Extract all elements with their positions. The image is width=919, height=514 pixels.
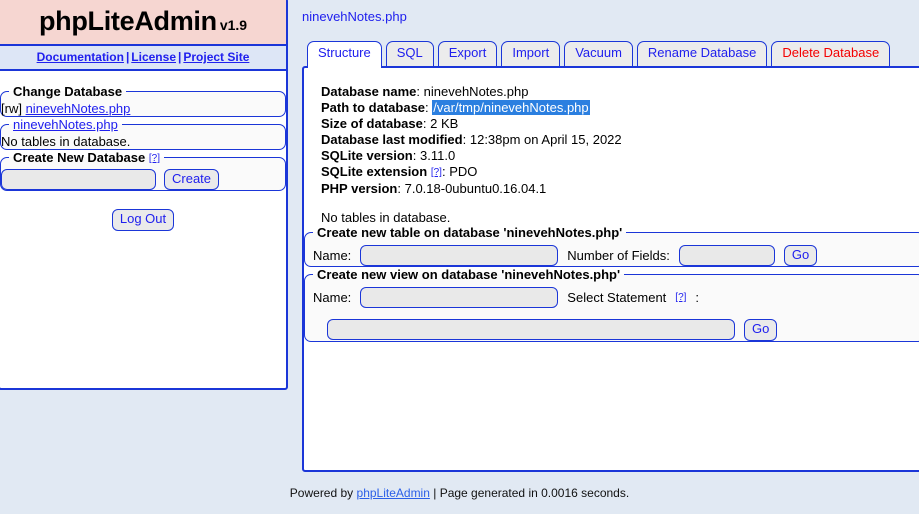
- info-value-sqlite-version: 3.11.0: [420, 148, 456, 163]
- info-value-size: 2 KB: [430, 116, 459, 131]
- select-statement-help-icon[interactable]: [?]: [675, 292, 686, 303]
- create-table-name-input[interactable]: [360, 245, 559, 267]
- tab-rename-database[interactable]: Rename Database: [636, 41, 768, 66]
- create-table-fields-input[interactable]: [678, 245, 775, 267]
- tab-export[interactable]: Export: [437, 41, 498, 66]
- info-key-database-name: Database name: [321, 84, 417, 99]
- create-database-fieldset: Create New Database [?] Create: [0, 150, 286, 192]
- no-tables-message: No tables in database.: [321, 210, 451, 225]
- info-row-sqlite-version: SQLite version: 3.11.0: [321, 148, 919, 164]
- create-view-select-label: Select Statement: [567, 290, 667, 306]
- info-row-modified: Database last modified: 12:38pm on April…: [321, 132, 919, 148]
- tab-structure[interactable]: Structure: [307, 41, 382, 68]
- info-value-php-version: 7.0.18-0ubuntu0.16.04.1: [404, 181, 547, 196]
- footer: Powered by phpLiteAdmin | Page generated…: [0, 486, 919, 500]
- create-table-fieldset: Create new table on database 'ninevehNot…: [304, 225, 919, 268]
- create-view-name-input[interactable]: [360, 287, 559, 309]
- create-table-row: Name: Number of Fields: Go: [305, 240, 919, 267]
- create-table-fields-label: Number of Fields:: [567, 248, 670, 264]
- info-row-path: Path to database: /var/tmp/ninevehNotes.…: [321, 100, 919, 116]
- app-title: phpLiteAdmin: [38, 6, 217, 36]
- create-database-legend-text: Create New Database: [13, 150, 146, 165]
- create-view-select-colon: :: [695, 290, 700, 306]
- info-value-database-name: ninevehNotes.php: [423, 84, 529, 99]
- nav-link-project-site[interactable]: Project Site: [183, 50, 249, 64]
- tab-delete-database[interactable]: Delete Database: [771, 41, 891, 66]
- create-view-statement-input[interactable]: [327, 319, 735, 341]
- nav-separator-1: |: [125, 50, 130, 64]
- create-view-go-button[interactable]: Go: [744, 319, 778, 341]
- create-database-legend: Create New Database [?]: [9, 150, 164, 165]
- info-colon-3: :: [422, 116, 427, 131]
- logout-button[interactable]: Log Out: [111, 209, 175, 231]
- info-colon-1: :: [416, 84, 421, 99]
- tab-import[interactable]: Import: [501, 41, 561, 66]
- header-nav: Documentation | License | Project Site: [0, 46, 286, 71]
- tab-sql[interactable]: SQL: [385, 41, 434, 66]
- create-table-legend: Create new table on database 'ninevehNot…: [317, 225, 623, 240]
- create-table-name-label: Name:: [313, 248, 352, 264]
- sqlite-extension-help-icon[interactable]: [?]: [431, 167, 442, 178]
- info-colon-5: :: [412, 148, 417, 163]
- footer-link-phpliteadmin[interactable]: phpLiteAdmin: [357, 486, 430, 500]
- app-version: v1.9: [219, 17, 248, 33]
- create-view-statement-row: Go: [305, 308, 919, 341]
- current-database-link[interactable]: ninevehNotes.php: [13, 117, 118, 132]
- info-row-size: Size of database: 2 KB: [321, 116, 919, 132]
- info-value-sqlite-extension: PDO: [449, 164, 478, 179]
- info-colon-6: :: [441, 164, 446, 179]
- info-key-sqlite-version: SQLite version: [321, 148, 413, 163]
- tab-vacuum[interactable]: Vacuum: [564, 41, 633, 66]
- sidebar-panel: phpLiteAdmin v1.9 Documentation | License | P…: [0, 0, 288, 390]
- create-view-name-label: Name:: [313, 290, 352, 306]
- info-value-path-selected: /var/tmp/ninevehNotes.php: [432, 100, 590, 115]
- nav-link-license[interactable]: License: [131, 50, 176, 64]
- footer-powered-by: Powered by: [289, 486, 354, 500]
- current-database-fieldset: ninevehNotes.php No tables in database.: [0, 117, 286, 150]
- info-colon-7: :: [397, 181, 401, 196]
- main-panel: Database name: ninevehNotes.php Path to …: [302, 66, 919, 472]
- logout-row: Log Out: [0, 209, 286, 231]
- tab-bar: Structure SQL Export Import Vacuum Renam…: [307, 41, 891, 68]
- create-database-button[interactable]: Create: [164, 169, 220, 191]
- info-row-php-version: PHP version: 7.0.18-0ubuntu0.16.04.1: [321, 181, 919, 197]
- create-table-go-button[interactable]: Go: [783, 245, 818, 267]
- database-permission: [rw]: [1, 101, 22, 116]
- nav-link-documentation[interactable]: Documentation: [37, 50, 124, 64]
- nav-separator-2: |: [178, 50, 182, 64]
- info-row-sqlite-extension: SQLite extension [?]: PDO: [321, 164, 919, 181]
- info-key-size: Size of database: [321, 116, 423, 131]
- database-info-list: Database name: ninevehNotes.php Path to …: [304, 68, 919, 197]
- info-key-sqlite-extension: SQLite extension: [321, 164, 428, 179]
- database-link-ninevehnotes[interactable]: ninevehNotes.php: [26, 101, 131, 116]
- change-database-legend: Change Database: [13, 84, 123, 99]
- footer-rest: | Page generated in 0.0016 seconds.: [433, 486, 630, 500]
- create-database-row: Create: [1, 165, 285, 191]
- database-entry-row: [rw] ninevehNotes.php: [1, 99, 285, 116]
- info-colon-2: :: [425, 100, 429, 115]
- info-colon-4: :: [462, 132, 467, 147]
- breadcrumb: ninevehNotes.php: [302, 9, 407, 24]
- change-database-fieldset: Change Database [rw] ninevehNotes.php: [0, 84, 286, 117]
- create-view-fieldset: Create new view on database 'ninevehNote…: [304, 267, 919, 342]
- info-row-database-name: Database name: ninevehNotes.php: [321, 84, 919, 100]
- current-database-body: No tables in database.: [1, 134, 131, 149]
- current-database-legend: ninevehNotes.php: [9, 117, 122, 132]
- info-key-php-version: PHP version: [321, 181, 398, 196]
- info-value-modified: 12:38pm on April 15, 2022: [469, 132, 622, 147]
- create-view-name-row: Name: Select Statement [?]:: [305, 282, 919, 309]
- info-key-modified: Database last modified: [321, 132, 463, 147]
- create-view-legend: Create new view on database 'ninevehNote…: [317, 267, 621, 283]
- create-database-input[interactable]: [1, 169, 156, 191]
- info-key-path: Path to database: [321, 100, 426, 115]
- brand-header: phpLiteAdmin v1.9: [0, 0, 286, 46]
- create-database-help-icon[interactable]: [?]: [149, 153, 160, 164]
